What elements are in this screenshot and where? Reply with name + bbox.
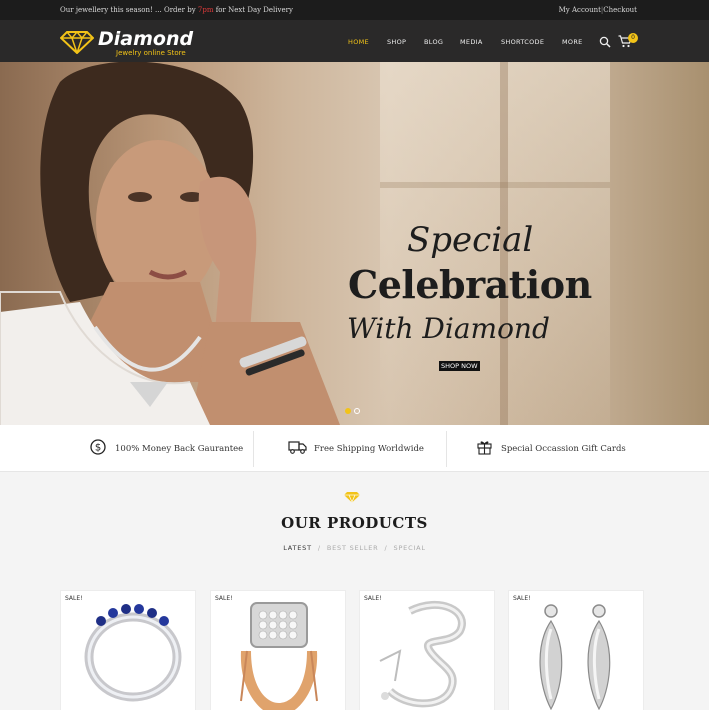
dollar-circle-icon: $: [90, 439, 106, 455]
tab-best-seller[interactable]: BEST SELLER: [327, 544, 379, 552]
diamond-logo-icon: [60, 30, 94, 54]
nav-shop[interactable]: SHOP: [387, 38, 406, 46]
slider-dot-active[interactable]: [345, 408, 351, 414]
gem-divider-icon: [344, 492, 360, 503]
sapphire-ring-icon: [84, 604, 182, 702]
logo-name: Diamond: [98, 28, 194, 50]
earrings-icon: [539, 604, 611, 710]
product-card[interactable]: SALE!: [508, 590, 644, 710]
logo-tagline: Jewelry online Store: [116, 49, 186, 57]
nav-blog[interactable]: BLOG: [424, 38, 443, 46]
product-card[interactable]: SALE!: [210, 590, 346, 710]
feature-label: Free Shipping Worldwide: [314, 444, 424, 454]
slider-dot[interactable]: [354, 408, 360, 414]
section-title: OUR PRODUCTS: [281, 514, 428, 532]
account-links: My Account|Checkout: [559, 6, 637, 14]
site-header: Diamond Jewelry online Store HOME SHOP B…: [0, 20, 709, 62]
feature-label: 100% Money Back Gaurantee: [115, 444, 244, 454]
model-photo: [0, 62, 340, 425]
nav-shortcode[interactable]: SHORTCODE: [501, 38, 544, 46]
top-bar: Our jewellery this season! ... Order by …: [0, 0, 709, 20]
tab-special[interactable]: SPECIAL: [394, 544, 426, 552]
search-icon[interactable]: [599, 36, 611, 48]
divider: /: [384, 544, 388, 552]
gift-icon: [477, 441, 492, 455]
product-filter-tabs: LATEST / BEST SELLER / SPECIAL: [0, 544, 709, 552]
nav-home[interactable]: HOME: [348, 38, 369, 46]
cart-count-badge: 0: [628, 33, 638, 43]
promo-prefix: Our jewellery this season! ... Order by: [60, 6, 198, 14]
truck-icon: [288, 441, 307, 454]
svg-text:$: $: [95, 443, 101, 454]
nav-media[interactable]: MEDIA: [460, 38, 483, 46]
features-bar: $ 100% Money Back Gaurantee Free Shippin…: [0, 425, 709, 472]
checkout-link[interactable]: Checkout: [603, 6, 637, 14]
nav-more[interactable]: MORE: [562, 38, 583, 46]
my-account-link[interactable]: My Account: [559, 6, 601, 14]
shop-now-button[interactable]: SHOP NOW: [439, 361, 480, 371]
hero-line-celebration: Celebration: [348, 262, 592, 307]
promo-text: Our jewellery this season! ... Order by …: [60, 6, 293, 14]
product-card[interactable]: SALE!: [359, 590, 495, 710]
product-card[interactable]: SALE!: [60, 590, 196, 710]
hero-line-with-diamond: With Diamond: [347, 312, 550, 345]
logo[interactable]: Diamond Jewelry online Store: [60, 27, 200, 57]
hero-line-special: Special: [407, 220, 534, 260]
gold-ring-icon: [240, 602, 318, 710]
divider: [253, 431, 254, 467]
divider: [446, 431, 447, 467]
hero-window-frame: [380, 182, 610, 188]
promo-suffix: for Next Day Delivery: [213, 6, 293, 14]
silver-bracelet-icon: [379, 600, 466, 708]
divider: /: [317, 544, 321, 552]
feature-label: Special Occassion Gift Cards: [501, 444, 626, 454]
promo-highlight: 7pm: [197, 6, 214, 14]
hero-slider: Special Celebration With Diamond SHOP NO…: [0, 62, 709, 425]
tab-latest[interactable]: LATEST: [283, 544, 312, 552]
